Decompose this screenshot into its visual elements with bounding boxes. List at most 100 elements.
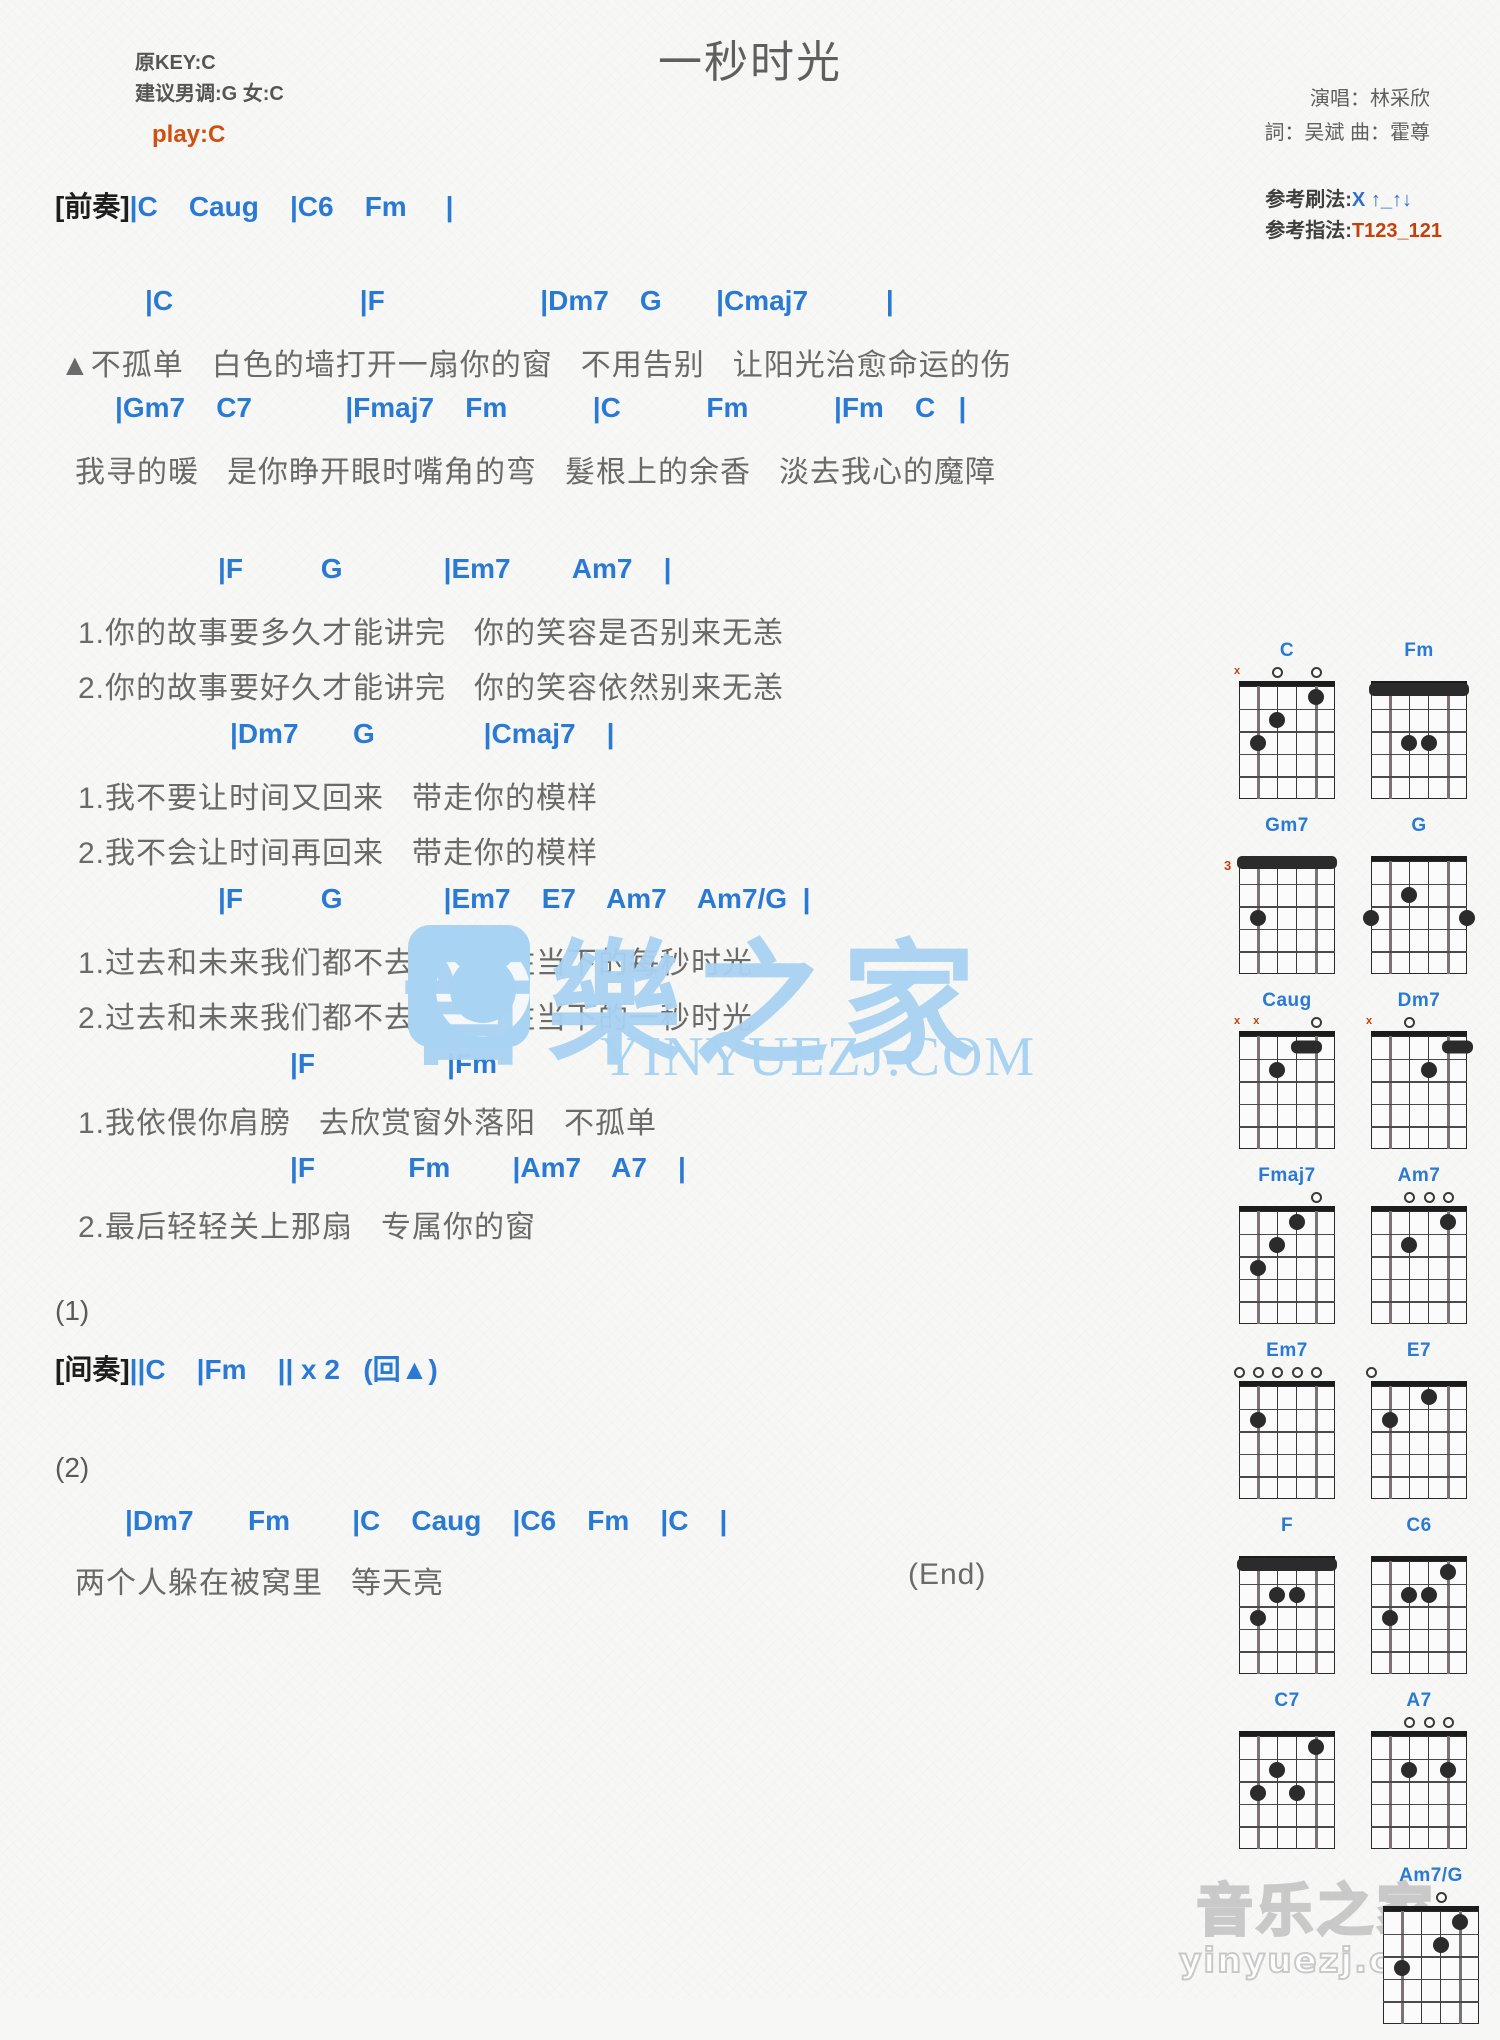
fret-line	[1371, 1058, 1467, 1060]
full-barre	[1369, 683, 1469, 696]
open-string-icon	[1423, 1717, 1435, 1728]
strum-hint-label: 参考刷法:	[1265, 189, 1352, 211]
finger-dot	[1250, 1411, 1267, 1428]
fret-box	[1239, 1036, 1335, 1149]
chord-diagram-label: C7	[1274, 1690, 1300, 1711]
fretboard-grid	[1371, 1731, 1467, 1849]
chorus5-lyric2-wrap: 2.最后轻轻关上那扇 专属你的窗	[78, 1202, 536, 1246]
open-string-markers	[1228, 1190, 1346, 1206]
verse2-lyric: 我寻的暖 是你睁开眼时嘴角的弯 髮根上的余香 淡去我心的魔障	[75, 456, 997, 489]
fret-line	[1239, 1301, 1335, 1303]
fret-line	[1239, 708, 1335, 710]
fret-line	[1371, 1826, 1467, 1828]
finger-dot	[1269, 1061, 1286, 1078]
ending-lyric-wrap: 两个人躲在被窝里 等天亮	[75, 1558, 444, 1602]
open-string-icon	[1291, 1367, 1303, 1378]
singer-credit: 演唱：林采欣	[1310, 88, 1430, 110]
fret-line	[1371, 1628, 1467, 1631]
intro-chords: |C Caug |C6 Fm |	[129, 191, 454, 222]
fret-box	[1371, 1386, 1467, 1499]
ending-mark: (End)	[908, 1558, 987, 1591]
string-line	[1276, 1211, 1279, 1324]
chorus2-chordline-wrap: |Dm7 G |Cmaj7 |	[230, 718, 615, 750]
ending2-number-wrap: (2)	[55, 1452, 89, 1484]
fret-line	[1239, 1408, 1335, 1410]
fret-line	[1239, 1583, 1335, 1585]
string-line	[1295, 1386, 1298, 1499]
chorus2-lyric2-wrap: 2.我不会让时间再回来 带走你的模样	[78, 828, 598, 872]
play-key: play:C	[152, 121, 226, 148]
fret-line	[1383, 1933, 1479, 1935]
chord-diagram-fm: Fm	[1360, 640, 1478, 799]
fret-box	[1371, 861, 1467, 974]
chord-diagram-label: E7	[1406, 1340, 1432, 1361]
fret-line	[1371, 1301, 1467, 1303]
chorus1-lyric1-wrap: 1.你的故事要多久才能讲完 你的笑容是否别来无恙	[78, 608, 784, 652]
open-string-icon	[1366, 1367, 1377, 1378]
finger-dot	[1363, 909, 1379, 926]
open-string-icon	[1253, 1367, 1265, 1378]
interlude-chords: ||C |Fm || x 2 (回▲)	[129, 1354, 438, 1385]
fret-line	[1371, 1278, 1467, 1281]
chord-diagram-label: Dm7	[1397, 990, 1441, 1011]
chord-diagram-row: Gm7 3 G	[1224, 815, 1490, 974]
chorus1-lyric2-wrap: 2.你的故事要好久才能讲完 你的笑容依然别来无恙	[78, 663, 784, 707]
fret-line	[1239, 1606, 1335, 1608]
open-string-icon	[1423, 1192, 1435, 1203]
chord-diagram-label: Fm	[1404, 640, 1434, 661]
fret-position-label: 3	[1224, 858, 1232, 873]
muted-string-icon: x	[1234, 1015, 1241, 1027]
chorus2-lyric-2: 2.我不会让时间再回来 带走你的模样	[78, 837, 599, 870]
fret-line	[1239, 951, 1335, 953]
chord-sheet: 原KEY:C 建议男调:G 女:C play:C 一秒时光 演唱：林采欣 詞：吴…	[0, 0, 1500, 2024]
finger-dot	[1288, 1784, 1305, 1801]
muted-string-icon: x	[1366, 1015, 1373, 1027]
fretboard-grid	[1363, 856, 1475, 974]
open-string-icon	[1435, 1892, 1447, 1903]
fretboard-grid	[1239, 681, 1335, 799]
fret-line	[1371, 1606, 1467, 1608]
fret-line	[1371, 1651, 1467, 1653]
chorus4-chords: |F |Fm	[290, 1048, 498, 1079]
fret-line	[1371, 1126, 1467, 1128]
intro-section: [前奏]|C Caug |C6 Fm |	[55, 185, 453, 225]
open-string-markers	[1228, 840, 1346, 856]
open-string-icon	[1404, 1717, 1416, 1728]
chord-diagram-fmaj7: Fmaj7	[1228, 1165, 1346, 1324]
fret-line	[1383, 1956, 1479, 1958]
finger-dot	[1401, 1236, 1418, 1253]
chord-diagram-label: C6	[1406, 1515, 1432, 1536]
chorus5-chords: |F Fm |Am7 A7 |	[290, 1152, 686, 1183]
intro-line: [前奏]|C Caug |C6 Fm |	[55, 185, 453, 225]
chord-diagram-row: Cx Fm	[1228, 640, 1490, 799]
fretboard-grid	[1371, 1031, 1473, 1149]
chord-diagram-f: F	[1228, 1515, 1346, 1674]
open-string-markers	[1228, 1540, 1346, 1556]
chord-diagram-row: Em7 E7	[1228, 1340, 1490, 1499]
fret-line	[1371, 1081, 1467, 1083]
chorus3-lyric-2: 2.过去和未来我们都不去想 留住当下的一秒时光	[78, 1002, 754, 1035]
chord-diagram-caug: Caug x x	[1228, 990, 1346, 1149]
fretboard-grid	[1371, 1206, 1467, 1324]
chorus1-chords: |F G |Em7 Am7 |	[218, 553, 672, 584]
fret-line	[1239, 928, 1335, 931]
interlude-section: [间奏]||C |Fm || x 2 (回▲)	[55, 1348, 438, 1388]
finger-dot	[1420, 1061, 1437, 1078]
writer-credit: 詞：吴斌 曲：霍尊	[1264, 122, 1430, 144]
string-line	[1439, 1911, 1442, 2024]
string-line	[1427, 1036, 1430, 1149]
finger-dot	[1394, 1959, 1411, 1976]
fret-line	[1239, 1803, 1335, 1806]
chorus4-lyric1-wrap: 1.我依偎你肩膀 去欣赏窗外落阳 不孤单	[78, 1098, 657, 1142]
string-line	[1276, 1386, 1279, 1499]
finger-dot	[1288, 1586, 1305, 1603]
chord-diagram-label: Caug	[1262, 990, 1312, 1011]
finger-dot	[1401, 734, 1418, 751]
open-string-markers	[1360, 840, 1478, 856]
string-line	[1315, 1561, 1319, 1674]
chorus1-lyric-2: 2.你的故事要好久才能讲完 你的笑容依然别来无恙	[78, 672, 785, 705]
fret-line	[1371, 951, 1467, 953]
chorus3-chordline-wrap: |F G |Em7 E7 Am7 Am7/G |	[218, 883, 810, 915]
finger-dot	[1269, 1761, 1286, 1778]
fretboard-grid	[1239, 1031, 1335, 1149]
